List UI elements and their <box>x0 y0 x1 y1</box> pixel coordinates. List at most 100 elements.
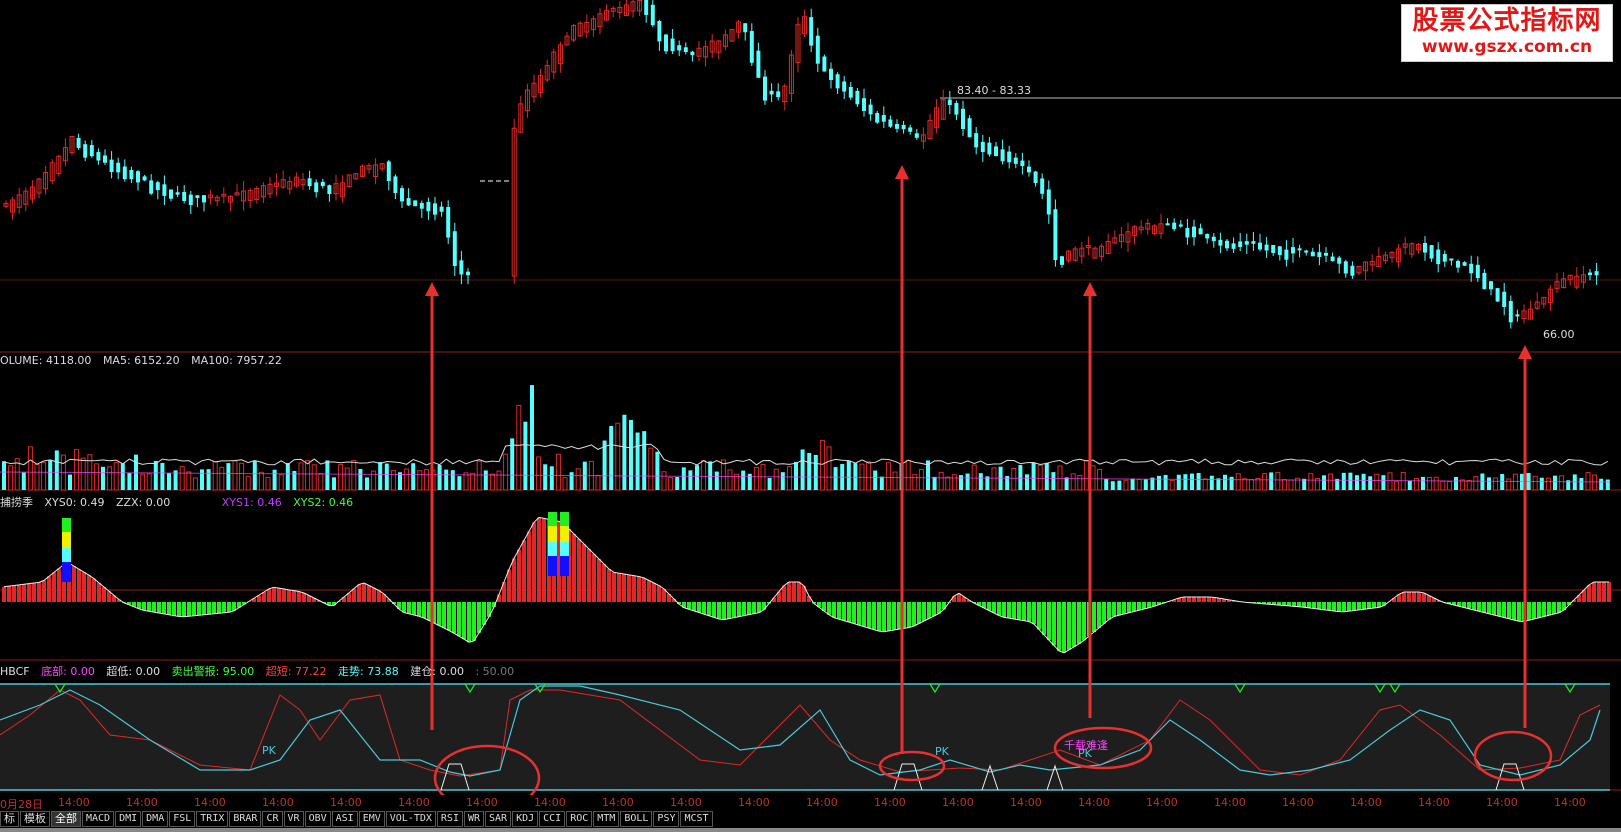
candle-down <box>406 198 411 206</box>
indicator-tab-dmi[interactable]: DMI <box>115 811 142 827</box>
volume-bar-down <box>48 460 53 490</box>
histogram-bar <box>482 602 486 625</box>
histogram-bar <box>627 574 631 602</box>
volume-bar-down <box>978 473 983 490</box>
histogram-bar <box>1602 582 1606 602</box>
indicator-tab-mtm[interactable]: MTM <box>593 811 620 827</box>
indicator-tab-mcst[interactable]: MCST <box>680 811 713 827</box>
histogram-bar <box>1352 602 1356 611</box>
histogram-bar <box>222 602 226 613</box>
histogram-bar <box>1017 602 1021 620</box>
indicator-tab-rsi[interactable]: RSI <box>436 811 463 827</box>
histogram-bar <box>377 590 381 602</box>
volume-bar-down <box>1480 473 1485 490</box>
candle-down <box>967 118 972 138</box>
volume-bar-down <box>1407 480 1412 490</box>
indicator-tab-bar[interactable]: 标模板 全部 MACD DMI DMA FSL TRIX BRAR CR VR OBV ASI EMV V… <box>0 811 1621 827</box>
candle-down <box>1185 228 1190 238</box>
histogram-bar <box>1407 592 1411 602</box>
volume-bar-up <box>8 465 14 491</box>
indicator-tab-cci[interactable]: CCI <box>539 811 566 827</box>
candle-down <box>980 141 985 153</box>
volume-bar-up <box>562 477 568 491</box>
histogram-bar <box>1122 602 1126 614</box>
indicator1-histogram <box>2 512 1611 654</box>
zoushi-value: 走势: 73.88 <box>338 665 399 678</box>
histogram-bar <box>1332 602 1336 611</box>
histogram-bar <box>602 564 606 602</box>
volume-bar-down <box>1322 475 1326 490</box>
histogram-bar <box>1422 593 1426 602</box>
indicator-tab-全部[interactable]: 全部 <box>51 811 81 827</box>
candle-down <box>89 145 94 157</box>
candle-down <box>1271 244 1276 254</box>
histogram-bar <box>747 602 751 615</box>
signal-stack-block <box>560 542 569 556</box>
histogram-bar <box>1102 602 1106 624</box>
volume-bar-down <box>635 432 640 490</box>
histogram-bar <box>1527 602 1531 621</box>
candle-down <box>842 81 847 92</box>
histogram-bar <box>922 602 926 621</box>
histogram-bar <box>797 582 801 602</box>
volume-bar-up <box>661 471 667 491</box>
histogram-bar <box>862 602 866 627</box>
pk-label-2: PK <box>935 745 949 758</box>
histogram-bar <box>1342 602 1346 612</box>
stock-chart[interactable] <box>0 0 1621 832</box>
volume-bar-down <box>1209 475 1214 490</box>
indicator-tab-obv[interactable]: OBV <box>304 811 331 827</box>
volume-bar-up <box>866 461 872 491</box>
histogram-bar <box>57 568 61 602</box>
candle-down <box>188 194 193 206</box>
volume-bar-up <box>27 446 33 491</box>
histogram-bar <box>847 602 851 623</box>
indicator-tab-brar[interactable]: BRAR <box>229 811 262 827</box>
volume-bar-down <box>1110 481 1115 490</box>
indicator-tab-emv[interactable]: EMV <box>358 811 385 827</box>
indicator-tab-cr[interactable]: CR <box>262 811 283 827</box>
candle-down <box>1251 241 1256 244</box>
volume-bar-up <box>503 453 509 491</box>
histogram-bar <box>452 602 456 634</box>
histogram-bar <box>1472 602 1476 610</box>
candle-down <box>1198 228 1203 235</box>
indicator-tab-macd[interactable]: MACD <box>82 811 115 827</box>
indicator-tab-wr[interactable]: WR <box>463 811 485 827</box>
candle-down <box>1046 189 1051 215</box>
time-axis-tick: 14:00 <box>1010 796 1042 809</box>
histogram-bar <box>302 593 306 602</box>
indicator-tab-模板[interactable]: 模板 <box>20 811 50 827</box>
histogram-bar <box>1002 602 1006 618</box>
histogram-bar <box>1107 602 1111 620</box>
indicator-tab-vr[interactable]: VR <box>283 811 304 827</box>
candle-down <box>202 195 206 203</box>
volume-bar-down <box>1355 475 1359 490</box>
volume-bar-up <box>140 473 146 491</box>
histogram-bar <box>1587 585 1591 602</box>
candle-down <box>908 127 913 132</box>
indicator-tab-kdj[interactable]: KDJ <box>512 811 539 827</box>
histogram-bar <box>1492 602 1496 615</box>
price-label-low: 66.00 <box>1543 328 1575 341</box>
indicator-tab-标[interactable]: 标 <box>0 811 19 827</box>
indicator-tab-psy[interactable]: PSY <box>653 811 680 827</box>
volume-bar-down <box>569 472 574 490</box>
indicator-tab-asi[interactable]: ASI <box>331 811 358 827</box>
histogram-bar <box>2 586 6 602</box>
watermark-url: www.gszx.com.cn <box>1421 37 1593 57</box>
indicator-tab-boll[interactable]: BOLL <box>620 811 653 827</box>
volume-bar-up <box>1466 479 1472 491</box>
indicator-tab-fsl[interactable]: FSL <box>169 811 196 827</box>
histogram-bar <box>102 587 106 602</box>
indicator-tab-sar[interactable]: SAR <box>485 811 512 827</box>
indicator-tab-roc[interactable]: ROC <box>566 811 593 827</box>
candle-down <box>393 176 398 194</box>
volume-bar-up <box>1083 460 1089 491</box>
indicator-tab-vol-tdx[interactable]: VOL-TDX <box>385 811 436 827</box>
histogram-bar <box>1507 602 1511 619</box>
indicator-tab-dma[interactable]: DMA <box>142 811 169 827</box>
indicator-tab-trix[interactable]: TRIX <box>196 811 229 827</box>
candle-down <box>1172 222 1177 230</box>
volume-bar-up <box>727 469 733 491</box>
